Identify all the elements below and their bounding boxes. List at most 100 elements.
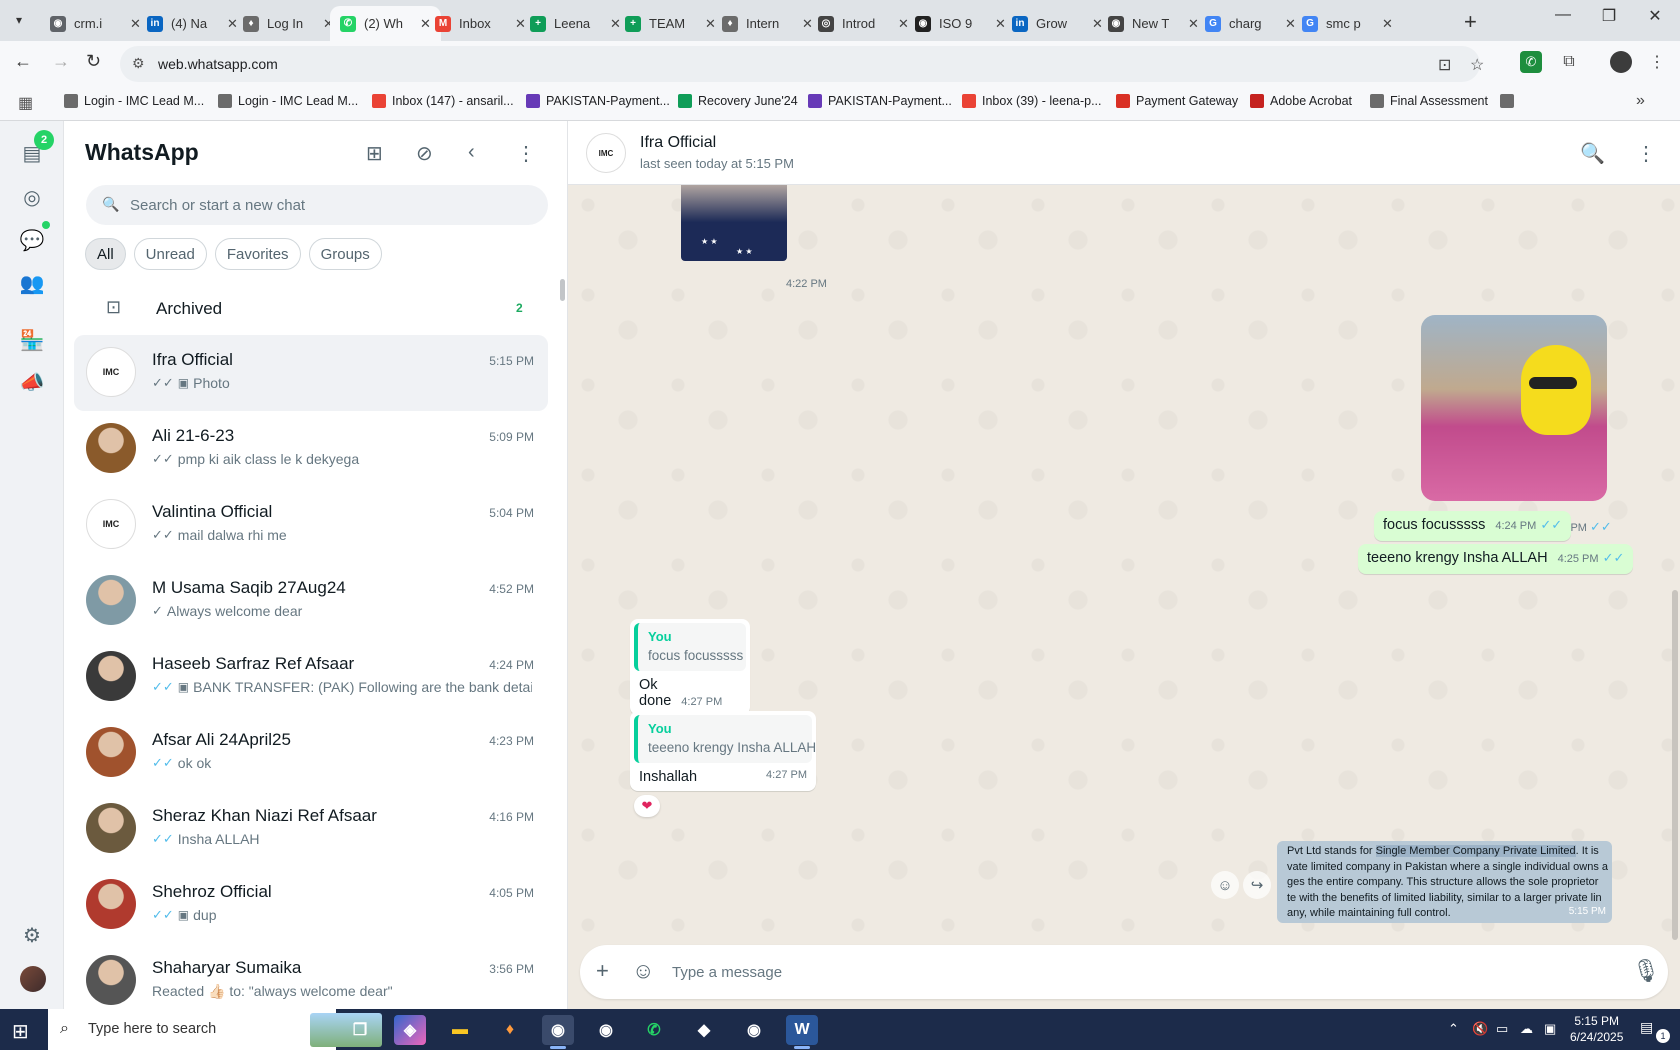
browser-tab[interactable]: ♦ Intern ✕	[712, 6, 823, 41]
install-app-icon[interactable]: ⊡	[1438, 55, 1451, 75]
quoted-message[interactable]: You focus focusssss	[634, 623, 746, 671]
filter-unread[interactable]: Unread	[133, 238, 207, 270]
system-clock[interactable]: 5:15 PM 6/24/2025	[1570, 1013, 1623, 1045]
chat-menu-kebab-icon[interactable]: ⋮	[1636, 141, 1656, 166]
outgoing-sticker-photo[interactable]	[1421, 315, 1607, 501]
profile-avatar[interactable]	[1610, 51, 1632, 73]
browser-tab[interactable]: + TEAM ✕	[615, 6, 726, 41]
chat-list-item[interactable]: Shehroz Official 4:05 PM ✓✓ ▣ dup	[74, 867, 548, 943]
outgoing-long-message-selected[interactable]: Pvt Ltd stands for Single Member Company…	[1277, 841, 1612, 923]
bookmark-extra-icon[interactable]	[1500, 94, 1514, 108]
outgoing-message[interactable]: teeeno krengy Insha ALLAH 4:25 PM ✓✓	[1358, 544, 1634, 574]
filter-favorites[interactable]: Favorites	[214, 238, 301, 270]
tray-app-icon[interactable]: ▭	[1496, 1021, 1508, 1037]
whatsapp-icon[interactable]: ✆	[638, 1015, 670, 1045]
menu-kebab-icon[interactable]: ⋮	[516, 141, 536, 166]
incoming-photo[interactable]: ★ ★ ★ ★	[681, 185, 787, 261]
browser-tab[interactable]: in (4) Na ✕	[137, 6, 248, 41]
bookmark-item[interactable]: Recovery June'24	[678, 94, 798, 108]
speaker-muted-icon[interactable]: 🔇	[1472, 1021, 1488, 1037]
sidebar-scrollbar[interactable]	[560, 279, 565, 301]
minimize-icon[interactable]: —	[1540, 6, 1586, 24]
browser-tab[interactable]: Gsmc p ✕	[1292, 6, 1403, 41]
heart-reaction-icon[interactable]: ❤	[634, 795, 660, 817]
outgoing-message[interactable]: focus focusssss 4:24 PM ✓✓	[1374, 511, 1572, 541]
profile-avatar[interactable]	[20, 966, 46, 992]
browser-tab[interactable]: ◉ ISO 9 ✕	[905, 6, 1016, 41]
reload-icon[interactable]: ↻	[86, 51, 101, 72]
browser-tab[interactable]: Gcharg ✕	[1195, 6, 1306, 41]
chat-list-item[interactable]: IMC Ifra Official 5:15 PM ✓✓ ▣ Photo	[74, 335, 548, 411]
close-window-icon[interactable]: ✕	[1632, 6, 1678, 26]
contact-name[interactable]: Ifra Official	[640, 134, 716, 152]
microphone-icon[interactable]: 🎙	[1632, 958, 1660, 984]
chevron-left-icon[interactable]: ‹	[468, 141, 475, 164]
chat-list-item[interactable]: Afsar Ali 24April25 4:23 PM ✓✓ ok ok	[74, 715, 548, 791]
channels-icon[interactable]: 💬	[18, 226, 46, 254]
forward-icon[interactable]: ↪	[1243, 871, 1271, 899]
site-info-icon[interactable]: ⚙	[132, 55, 145, 72]
tray-chevron-icon[interactable]: ⌃	[1448, 1021, 1459, 1037]
taskbar-search[interactable]: ⌕ Type here to search	[48, 1009, 382, 1050]
status-icon[interactable]: ◎	[18, 183, 46, 211]
back-icon[interactable]: ←	[14, 51, 32, 72]
url-text[interactable]: web.whatsapp.com	[158, 56, 278, 72]
browser-tab[interactable]: ◉ crm.i ✕	[40, 6, 151, 41]
bookmark-item[interactable]: Payment Gateway	[1116, 94, 1238, 108]
weather-icon[interactable]: ☁	[1520, 1021, 1533, 1037]
browser-tab[interactable]: ♦ Log In ✕	[233, 6, 344, 41]
bookmark-item[interactable]: Adobe Acrobat	[1250, 94, 1352, 108]
browser-tab[interactable]: ◉ New T ✕	[1098, 6, 1209, 41]
task-view-icon[interactable]: ❐	[344, 1015, 376, 1045]
browser-tab[interactable]: ◎ Introd ✕	[808, 6, 919, 41]
browser-tab[interactable]: in Grow ✕	[1002, 6, 1113, 41]
new-chat-icon[interactable]: ⊞	[366, 141, 383, 166]
extensions-puzzle-icon[interactable]: ⧉	[1558, 51, 1580, 73]
apps-grid-icon[interactable]: ▦	[18, 93, 33, 113]
chat-list-item[interactable]: IMC Valintina Official 5:04 PM ✓✓ mail dalwa…	[74, 487, 548, 563]
app-icon[interactable]: ◆	[688, 1015, 720, 1045]
chat-list-item[interactable]: Shaharyar Sumaika 3:56 PM Reacted 👍🏻 to: "…	[74, 943, 548, 1009]
archived-row[interactable]: ⊡ Archived 2	[64, 281, 567, 337]
sticker-emoji-icon[interactable]: ☺	[632, 958, 654, 984]
forward-icon[interactable]: →	[52, 51, 70, 72]
notifications-icon[interactable]: ▤	[1640, 1019, 1653, 1036]
quoted-message[interactable]: You teeeno krengy Insha ALLAH	[634, 715, 816, 763]
bookmark-item[interactable]: Inbox (39) - leena-p...	[962, 94, 1102, 108]
bookmark-star-icon[interactable]: ☆	[1470, 55, 1484, 75]
advertise-icon[interactable]: 📣	[18, 368, 46, 396]
bookmark-item[interactable]: PAKISTAN-Payment...	[808, 94, 952, 108]
incoming-reply-message[interactable]: You teeeno krengy Insha ALLAH Inshallah 4…	[630, 711, 816, 791]
communities-icon[interactable]: 👥	[18, 269, 46, 297]
bookmark-item[interactable]: Inbox (147) - ansaril...	[372, 94, 514, 108]
tab-search-icon[interactable]: ▾	[8, 9, 30, 31]
filter-groups[interactable]: Groups	[308, 238, 382, 270]
network-icon[interactable]: ▣	[1544, 1021, 1556, 1037]
browser-menu-icon[interactable]: ⋮	[1646, 51, 1668, 73]
search-icon[interactable]: 🔍	[1580, 141, 1605, 166]
search-box[interactable]: 🔍	[86, 185, 548, 225]
more-bookmarks-icon[interactable]: »	[1636, 92, 1645, 110]
copilot-icon[interactable]: ◈	[394, 1015, 426, 1045]
chat-header[interactable]: IMC Ifra Official last seen today at 5:1…	[568, 121, 1680, 185]
app-icon[interactable]: ♦	[494, 1015, 526, 1045]
new-tab-button[interactable]: +	[1464, 9, 1477, 35]
hide-eye-icon[interactable]: ⊘	[416, 141, 433, 166]
search-input[interactable]	[130, 185, 530, 225]
bookmark-item[interactable]: Final Assessment	[1370, 94, 1488, 108]
incoming-reply-message[interactable]: You focus focusssss Ok done 4:27 PM	[630, 619, 750, 715]
filter-all[interactable]: All	[85, 238, 126, 270]
attach-plus-icon[interactable]: +	[596, 958, 609, 984]
bookmark-item[interactable]: PAKISTAN-Payment...	[526, 94, 670, 108]
tab-close-icon[interactable]: ✕	[1382, 16, 1393, 32]
chat-list-item[interactable]: Sheraz Khan Niazi Ref Afsaar 4:16 PM ✓✓ Ins…	[74, 791, 548, 867]
contact-avatar[interactable]: IMC	[586, 133, 626, 173]
message-input[interactable]	[672, 945, 1552, 999]
bookmark-item[interactable]: Login - IMC Lead M...	[64, 94, 204, 108]
restore-icon[interactable]: ❐	[1586, 6, 1632, 26]
chrome-icon[interactable]: ◉	[738, 1015, 770, 1045]
emoji-react-icon[interactable]: ☺	[1211, 871, 1239, 899]
windows-start-icon[interactable]: ⊞	[12, 1019, 29, 1044]
address-bar[interactable]: ⚙ web.whatsapp.com ⊡ ☆	[120, 46, 1484, 82]
chat-list-item[interactable]: M Usama Saqib 27Aug24 4:52 PM ✓ Always welc…	[74, 563, 548, 639]
